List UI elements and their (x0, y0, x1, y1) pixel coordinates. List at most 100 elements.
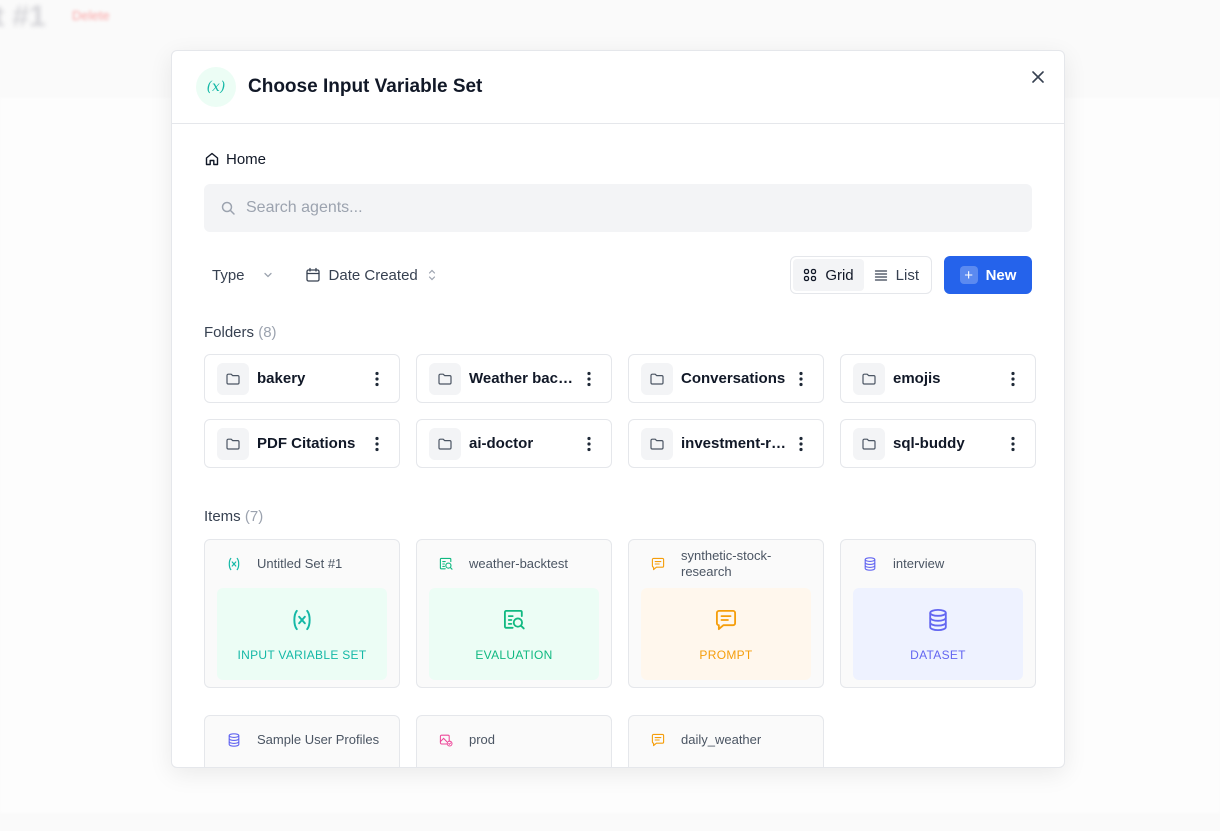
search-bar (204, 184, 1032, 232)
item-card[interactable]: daily_weather (628, 715, 824, 767)
kebab-icon (799, 436, 803, 451)
type-filter[interactable]: Type (212, 267, 275, 284)
item-card-header: daily_weather (641, 728, 811, 752)
date-created-sort[interactable]: Date Created (305, 267, 438, 284)
calendar-icon (305, 267, 320, 282)
kebab-icon (799, 371, 803, 386)
item-name: Sample User Profiles (257, 732, 380, 747)
more-options-button[interactable] (369, 436, 385, 452)
item-type-label: DATASET (910, 647, 966, 662)
items-heading: Items (7) (204, 508, 1032, 525)
kebab-icon (1011, 371, 1015, 386)
folder-card[interactable]: Weather backtest (416, 354, 612, 403)
more-options-button[interactable] (1005, 371, 1021, 387)
close-button[interactable] (1028, 67, 1048, 87)
search-icon (221, 201, 235, 215)
folder-name: Conversations (681, 370, 786, 387)
evaluation-icon (437, 555, 455, 573)
folder-icon (217, 427, 249, 460)
item-card[interactable]: Untitled Set #1 INPUT VARIABLE SET (204, 539, 400, 688)
evaluation-icon (501, 607, 527, 638)
folder-icon (853, 362, 885, 395)
folder-card[interactable]: investment-research (628, 419, 824, 468)
folder-grid: bakery Weather backtest Conversations emoji… (204, 354, 1036, 468)
background-title: t #1 (0, 0, 46, 33)
item-card-header: synthetic-stock-research (641, 548, 811, 579)
item-card-header: weather-backtest (429, 552, 599, 576)
plus-icon: + (959, 266, 978, 284)
kebab-icon (1011, 436, 1015, 451)
item-card-header: Sample User Profiles (217, 728, 387, 752)
breadcrumb-home[interactable]: Home (226, 151, 266, 168)
grid-view-button[interactable]: Grid (793, 259, 864, 291)
item-grid: Untitled Set #1 INPUT VARIABLE SET weather… (204, 539, 1036, 767)
folders-heading: Folders (8) (204, 324, 1032, 341)
item-name: weather-backtest (469, 556, 568, 571)
folder-name: PDF Citations (257, 435, 356, 452)
chevron-down-icon (263, 272, 272, 278)
kebab-icon (375, 436, 379, 451)
more-options-button[interactable] (793, 371, 809, 387)
kebab-icon (375, 371, 379, 386)
item-name: prod (469, 732, 496, 747)
folder-card[interactable]: emojis (840, 354, 1036, 403)
folders-count: (8) (258, 324, 277, 341)
modal-header: (x) Choose Input Variable Set (172, 51, 1064, 124)
prompt-icon (649, 731, 667, 749)
prompt-icon (649, 555, 667, 573)
more-options-button[interactable] (1005, 436, 1021, 452)
item-name: synthetic-stock-research (681, 548, 772, 579)
folders-label: Folders (204, 324, 255, 341)
dataset-icon (861, 555, 879, 573)
item-name: interview (893, 556, 945, 571)
item-card[interactable]: weather-backtest EVALUATION (416, 539, 612, 688)
list-view-button[interactable]: List (864, 259, 929, 291)
items-label: Items (204, 508, 241, 525)
item-card[interactable]: synthetic-stock-research PROMPT (628, 539, 824, 688)
more-options-button[interactable] (581, 436, 597, 452)
deployment-icon (437, 731, 455, 749)
more-options-button[interactable] (581, 371, 597, 387)
breadcrumb: Home (204, 150, 1032, 168)
kebab-icon (587, 371, 591, 386)
item-card-header: prod (429, 728, 599, 752)
dataset-icon (225, 731, 243, 749)
toolbar: Type Date Created Grid List + New (204, 256, 1032, 294)
folder-card[interactable]: ai-doctor (416, 419, 612, 468)
item-card[interactable]: prod (416, 715, 612, 767)
grid-icon (804, 268, 817, 282)
folder-icon (853, 427, 885, 460)
choose-variable-set-modal: (x) Choose Input Variable Set Home Type … (171, 50, 1065, 768)
item-type-label: EVALUATION (475, 647, 553, 662)
list-icon (874, 270, 887, 281)
item-card[interactable]: Sample User Profiles (204, 715, 400, 767)
item-type-label: INPUT VARIABLE SET (237, 647, 367, 662)
item-name: Untitled Set #1 (257, 556, 343, 571)
type-filter-label: Type (212, 266, 245, 284)
more-options-button[interactable] (369, 371, 385, 387)
folder-card[interactable]: bakery (204, 354, 400, 403)
close-icon (1032, 71, 1044, 83)
folder-card[interactable]: PDF Citations (204, 419, 400, 468)
folder-name: sql-buddy (893, 435, 965, 452)
folder-card[interactable]: Conversations (628, 354, 824, 403)
more-options-button[interactable] (793, 436, 809, 452)
folder-icon (429, 427, 461, 460)
variable-icon: (x) (196, 67, 236, 107)
item-card-header: Untitled Set #1 (217, 552, 387, 576)
new-button[interactable]: + New (944, 256, 1032, 294)
list-label: List (895, 266, 919, 284)
folder-card[interactable]: sql-buddy (840, 419, 1036, 468)
modal-title: Choose Input Variable Set (248, 76, 483, 97)
item-card-header: interview (853, 552, 1023, 576)
folder-name: investment-research (681, 435, 787, 452)
item-card[interactable]: interview DATASET (840, 539, 1036, 688)
search-input[interactable] (246, 199, 946, 217)
item-preview: DATASET (853, 588, 1023, 680)
item-type-label: PROMPT (699, 647, 753, 662)
date-created-label: Date Created (328, 266, 418, 284)
new-label: New (985, 266, 1017, 284)
folder-icon (217, 362, 249, 395)
folder-icon (641, 362, 673, 395)
folder-name: emojis (893, 370, 941, 387)
